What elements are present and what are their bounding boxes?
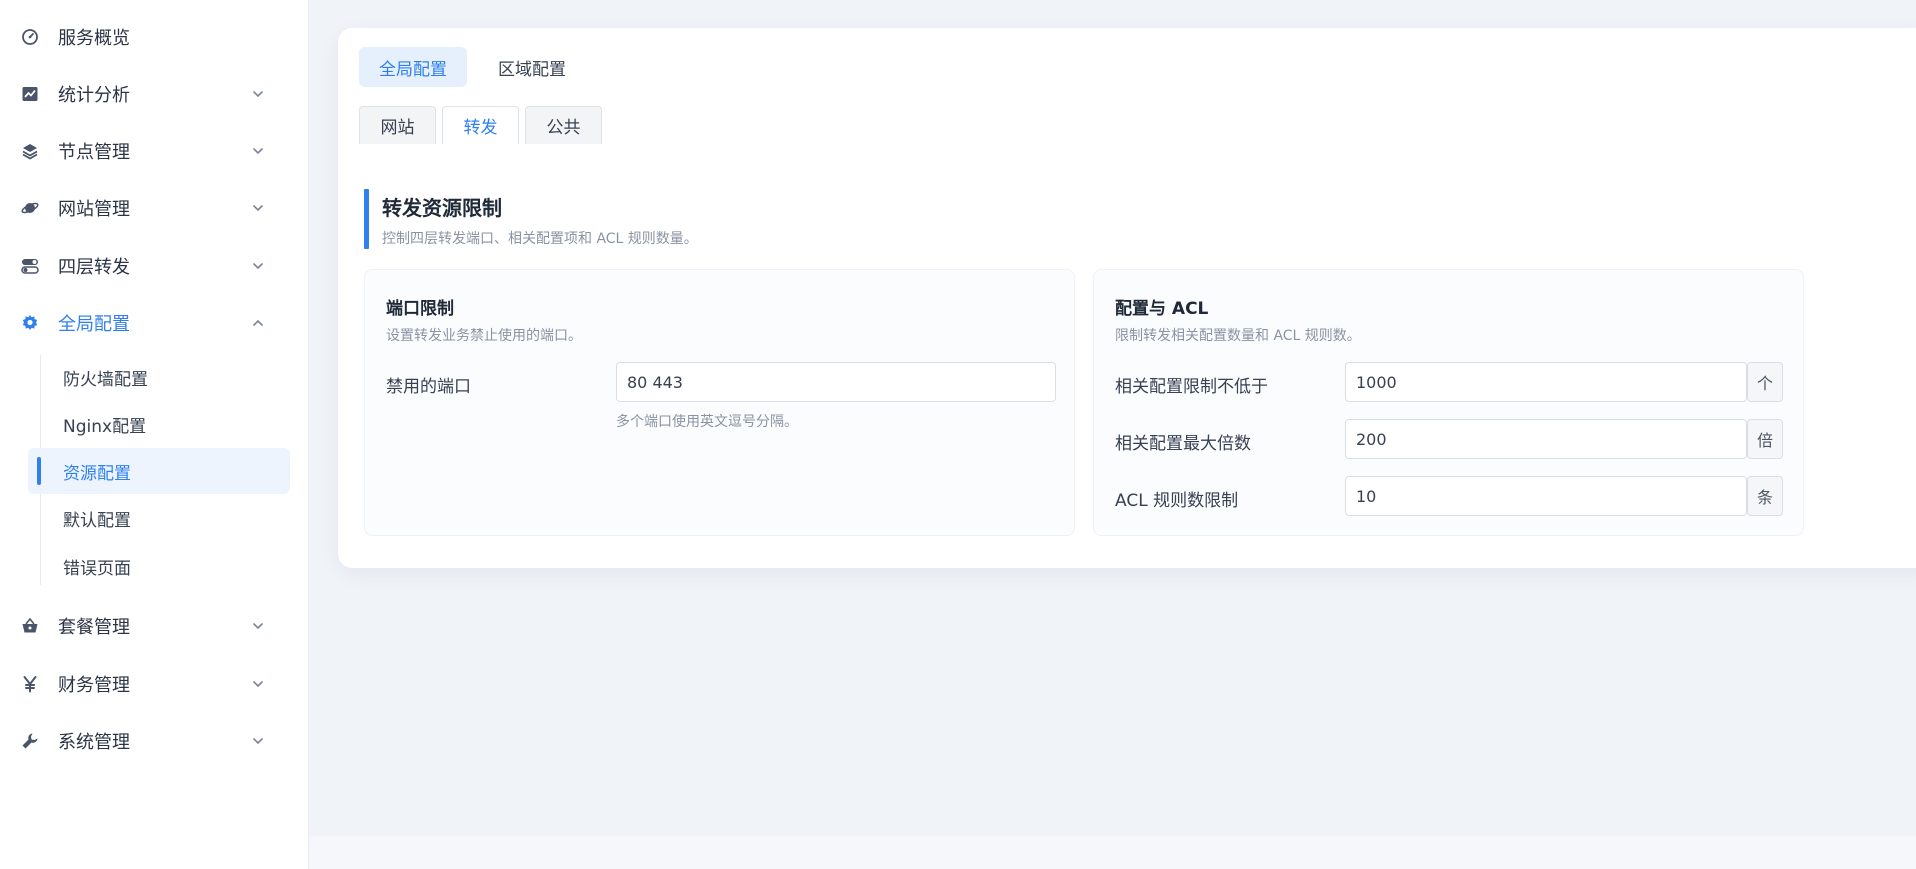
section-accent-bar	[364, 189, 369, 249]
port-limit-panel: 端口限制 设置转发业务禁止使用的端口。 禁用的端口 80 443 多个端口使用英…	[364, 269, 1075, 536]
toggle-icon	[20, 256, 40, 276]
section-title: 转发资源限制	[382, 196, 502, 220]
sidebar-subitem-label: 默认配置	[63, 510, 131, 531]
acl-rule-limit-input[interactable]: 10	[1345, 476, 1747, 516]
sidebar-item-label: 网站管理	[58, 199, 130, 220]
sidebar-item-system[interactable]: 系统管理	[0, 713, 309, 769]
config-acl-panel: 配置与 ACL 限制转发相关配置数量和 ACL 规则数。 相关配置限制不低于 1…	[1093, 269, 1804, 536]
sidebar-item-packages[interactable]: 套餐管理	[0, 598, 309, 654]
sidebar-subitem-label: 防火墙配置	[63, 369, 148, 390]
yen-icon	[20, 674, 40, 694]
chart-icon	[20, 84, 40, 104]
sidebar-item-statistics[interactable]: 统计分析	[0, 66, 309, 122]
gear-icon	[20, 313, 40, 333]
panel-description: 设置转发业务禁止使用的端口。	[386, 328, 582, 344]
field-label: 禁用的端口	[386, 377, 471, 397]
sidebar-item-websites[interactable]: 网站管理	[0, 180, 309, 236]
sidebar-item-label: 统计分析	[58, 85, 130, 106]
sidebar-subitem-label: Nginx配置	[63, 416, 147, 437]
sidebar-item-label: 四层转发	[58, 257, 130, 278]
sidebar-subitem-label: 资源配置	[63, 463, 131, 484]
chevron-down-icon	[250, 86, 266, 102]
sidebar-subitem-firewall[interactable]: 防火墙配置	[28, 354, 290, 400]
panel-title: 配置与 ACL	[1115, 299, 1209, 319]
field-label: 相关配置限制不低于	[1115, 377, 1268, 397]
field-hint: 多个端口使用英文逗号分隔。	[616, 414, 798, 430]
field-label: 相关配置最大倍数	[1115, 434, 1251, 454]
sidebar-subitem-label: 错误页面	[63, 558, 131, 579]
segment-region-config[interactable]: 区域配置	[478, 47, 586, 87]
sidebar-item-label: 套餐管理	[58, 617, 130, 638]
disabled-ports-input[interactable]: 80 443	[616, 362, 1056, 402]
dashboard-icon	[20, 27, 40, 47]
chevron-down-icon	[250, 200, 266, 216]
panel-description: 限制转发相关配置数量和 ACL 规则数。	[1115, 328, 1361, 344]
sidebar-subitem-nginx[interactable]: Nginx配置	[28, 401, 290, 447]
chevron-down-icon	[250, 618, 266, 634]
field-label: ACL 规则数限制	[1115, 491, 1239, 511]
sidebar-item-finance[interactable]: 财务管理	[0, 656, 309, 712]
sidebar-item-label: 节点管理	[58, 142, 130, 163]
unit-suffix: 倍	[1747, 419, 1783, 459]
wrench-icon	[20, 731, 40, 751]
chevron-down-icon	[250, 733, 266, 749]
sidebar-item-nodes[interactable]: 节点管理	[0, 123, 309, 179]
chevron-down-icon	[250, 143, 266, 159]
sidebar-item-label: 系统管理	[58, 732, 130, 753]
main-footer-area	[309, 836, 1916, 869]
basket-icon	[20, 616, 40, 636]
planet-icon	[20, 198, 40, 218]
segment-global-config[interactable]: 全局配置	[359, 47, 467, 87]
sidebar-subitem-resources[interactable]: 资源配置	[28, 448, 290, 494]
sidebar-subitem-error-pages[interactable]: 错误页面	[28, 543, 290, 589]
max-config-multiplier-input[interactable]: 200	[1345, 419, 1747, 459]
tab-common[interactable]: 公共	[525, 106, 602, 144]
chevron-down-icon	[250, 676, 266, 692]
tab-forwarding[interactable]: 转发	[442, 106, 519, 144]
sidebar-item-overview[interactable]: 服务概览	[0, 9, 309, 65]
tab-website[interactable]: 网站	[359, 106, 436, 144]
panel-title: 端口限制	[386, 299, 454, 319]
sidebar-item-layer4-forwarding[interactable]: 四层转发	[0, 238, 309, 294]
sidebar-item-label: 财务管理	[58, 675, 130, 696]
sidebar-item-label: 全局配置	[58, 314, 130, 335]
min-config-limit-input[interactable]: 1000	[1345, 362, 1747, 402]
unit-suffix: 个	[1747, 362, 1783, 402]
section-description: 控制四层转发端口、相关配置项和 ACL 规则数量。	[382, 231, 698, 247]
chevron-up-icon	[250, 315, 266, 331]
sidebar: 服务概览 统计分析 节点管理 网站管理 四层转发 全局配置 防火墙配置 Ngin…	[0, 0, 309, 869]
sidebar-item-global-config[interactable]: 全局配置	[0, 295, 309, 351]
sidebar-subitem-defaults[interactable]: 默认配置	[28, 495, 290, 541]
unit-suffix: 条	[1747, 476, 1783, 516]
chevron-down-icon	[250, 258, 266, 274]
sidebar-item-label: 服务概览	[58, 28, 130, 49]
layers-icon	[20, 141, 40, 161]
